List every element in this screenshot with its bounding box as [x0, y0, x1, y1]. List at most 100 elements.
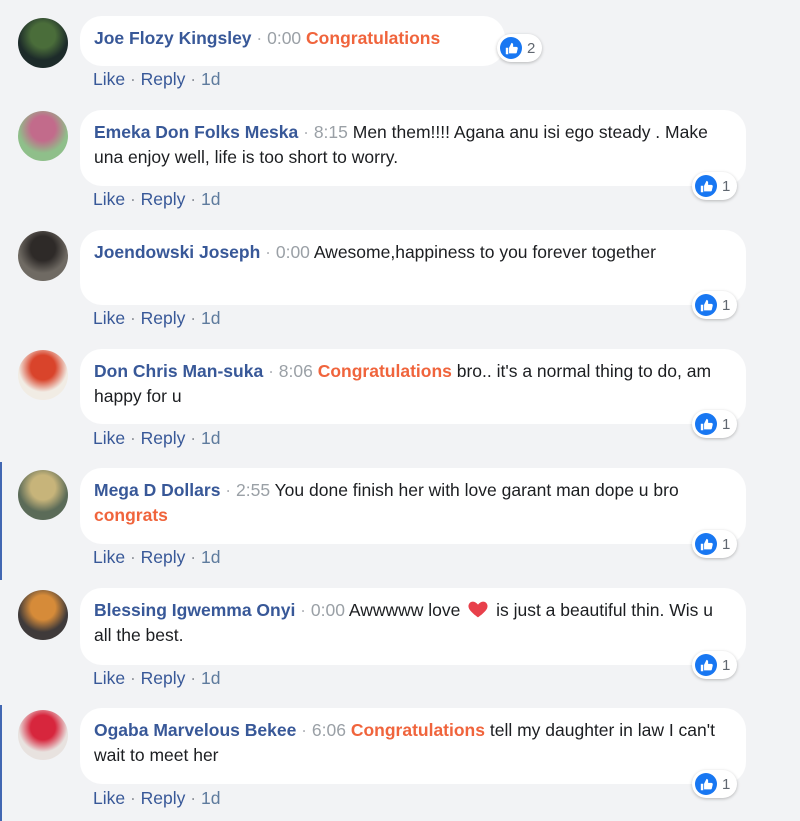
like-link[interactable]: Like: [93, 308, 125, 328]
avatar[interactable]: [18, 710, 68, 760]
thread-indicator: [0, 462, 2, 580]
separator-dot: ·: [251, 28, 268, 48]
video-timestamp[interactable]: 6:06: [312, 720, 346, 740]
highlighted-keyword: Congratulations: [350, 720, 485, 740]
comment-bubble: Joe Flozy Kingsley · 0:00 Congratulation…: [80, 16, 505, 66]
comment-author-link[interactable]: Emeka Don Folks Meska: [94, 122, 298, 142]
reaction-count-badge[interactable]: 1: [692, 172, 738, 200]
video-timestamp[interactable]: 0:00: [267, 28, 301, 48]
reaction-count-badge[interactable]: 1: [692, 410, 738, 438]
separator-dot: ·: [296, 720, 312, 740]
comment-author-link[interactable]: Blessing Igwemma Onyi: [94, 600, 295, 620]
like-reaction-icon: [695, 773, 717, 795]
video-timestamp[interactable]: 0:00: [276, 242, 310, 262]
reaction-count: 1: [722, 415, 731, 433]
comment-actions: Like · Reply · 1d: [93, 428, 220, 449]
separator-dot: ·: [220, 480, 236, 500]
reaction-count: 1: [722, 775, 731, 793]
reaction-count: 2: [527, 39, 536, 57]
avatar[interactable]: [18, 470, 68, 520]
reply-link[interactable]: Reply: [141, 189, 186, 209]
comment-bubble: Don Chris Man-suka · 8:06 Congratulation…: [80, 349, 746, 424]
video-timestamp[interactable]: 8:06: [279, 361, 313, 381]
comment-actions: Like · Reply · 1d: [93, 668, 220, 689]
separator-dot: ·: [185, 69, 201, 89]
reply-link[interactable]: Reply: [141, 788, 186, 808]
separator-dot: ·: [125, 189, 141, 209]
reaction-count: 1: [722, 656, 731, 674]
like-link[interactable]: Like: [93, 189, 125, 209]
comment-age-link[interactable]: 1d: [201, 308, 220, 328]
thumbs-up-icon: [700, 299, 713, 311]
comment-text: Awesome,happiness to you forever togethe…: [313, 242, 656, 262]
comment-text: Awwwww love: [348, 600, 466, 620]
avatar[interactable]: [18, 111, 68, 161]
separator-dot: ·: [185, 428, 201, 448]
comment-author-link[interactable]: Joe Flozy Kingsley: [94, 28, 252, 48]
reaction-count-badge[interactable]: 1: [692, 651, 738, 679]
comment-actions: Like · Reply · 1d: [93, 547, 220, 568]
video-timestamp[interactable]: 8:15: [314, 122, 348, 142]
comment-age-link[interactable]: 1d: [201, 189, 220, 209]
separator-dot: ·: [125, 668, 141, 688]
comment-actions: Like · Reply · 1d: [93, 788, 220, 809]
comment-age-link[interactable]: 1d: [201, 788, 220, 808]
avatar[interactable]: [18, 350, 68, 400]
thumbs-up-icon: [505, 42, 518, 54]
like-link[interactable]: Like: [93, 788, 125, 808]
comment-text: You done finish her with love garant man…: [274, 480, 679, 500]
comment-author-link[interactable]: Don Chris Man-suka: [94, 361, 263, 381]
reaction-count-badge[interactable]: 2: [497, 34, 543, 62]
highlighted-keyword: congrats: [94, 505, 168, 525]
separator-dot: ·: [185, 788, 201, 808]
like-reaction-icon: [695, 533, 717, 555]
like-reaction-icon: [500, 37, 522, 59]
thumbs-up-icon: [700, 538, 713, 550]
avatar[interactable]: [18, 18, 68, 68]
comment-author-link[interactable]: Joendowski Joseph: [94, 242, 260, 262]
like-link[interactable]: Like: [93, 428, 125, 448]
reaction-count-badge[interactable]: 1: [692, 291, 738, 319]
comment-bubble: Joendowski Joseph · 0:00 Awesome,happine…: [80, 230, 746, 305]
separator-dot: ·: [185, 668, 201, 688]
reaction-count: 1: [722, 296, 731, 314]
video-timestamp[interactable]: 2:55: [236, 480, 270, 500]
comment-bubble: Blessing Igwemma Onyi · 0:00 Awwwww love…: [80, 588, 746, 665]
thumbs-up-icon: [700, 180, 713, 192]
reaction-count-badge[interactable]: 1: [692, 530, 738, 558]
like-link[interactable]: Like: [93, 668, 125, 688]
thumbs-up-icon: [700, 659, 713, 671]
heart-emoji-icon: [468, 601, 488, 618]
avatar[interactable]: [18, 590, 68, 640]
like-link[interactable]: Like: [93, 547, 125, 567]
comment-age-link[interactable]: 1d: [201, 668, 220, 688]
comment-age-link[interactable]: 1d: [201, 547, 220, 567]
separator-dot: ·: [185, 189, 201, 209]
comment-actions: Like · Reply · 1d: [93, 69, 220, 90]
separator-dot: ·: [295, 600, 311, 620]
avatar[interactable]: [18, 231, 68, 281]
comment-bubble: Ogaba Marvelous Bekee · 6:06 Congratulat…: [80, 708, 746, 784]
reaction-count-badge[interactable]: 1: [692, 770, 738, 798]
separator-dot: ·: [185, 547, 201, 567]
like-link[interactable]: Like: [93, 69, 125, 89]
reaction-count: 1: [722, 535, 731, 553]
separator-dot: ·: [185, 308, 201, 328]
like-reaction-icon: [695, 413, 717, 435]
comment-age-link[interactable]: 1d: [201, 428, 220, 448]
separator-dot: ·: [263, 361, 279, 381]
reply-link[interactable]: Reply: [141, 308, 186, 328]
video-timestamp[interactable]: 0:00: [311, 600, 345, 620]
comment-author-link[interactable]: Ogaba Marvelous Bekee: [94, 720, 296, 740]
thread-indicator: [0, 705, 2, 821]
highlighted-keyword: Congratulations: [306, 28, 441, 48]
reply-link[interactable]: Reply: [141, 69, 186, 89]
reply-link[interactable]: Reply: [141, 547, 186, 567]
like-reaction-icon: [695, 175, 717, 197]
reply-link[interactable]: Reply: [141, 668, 186, 688]
comment-age-link[interactable]: 1d: [201, 69, 220, 89]
comment-actions: Like · Reply · 1d: [93, 189, 220, 210]
comment-author-link[interactable]: Mega D Dollars: [94, 480, 220, 500]
reply-link[interactable]: Reply: [141, 428, 186, 448]
comment-bubble: Emeka Don Folks Meska · 8:15 Men them!!!…: [80, 110, 746, 186]
